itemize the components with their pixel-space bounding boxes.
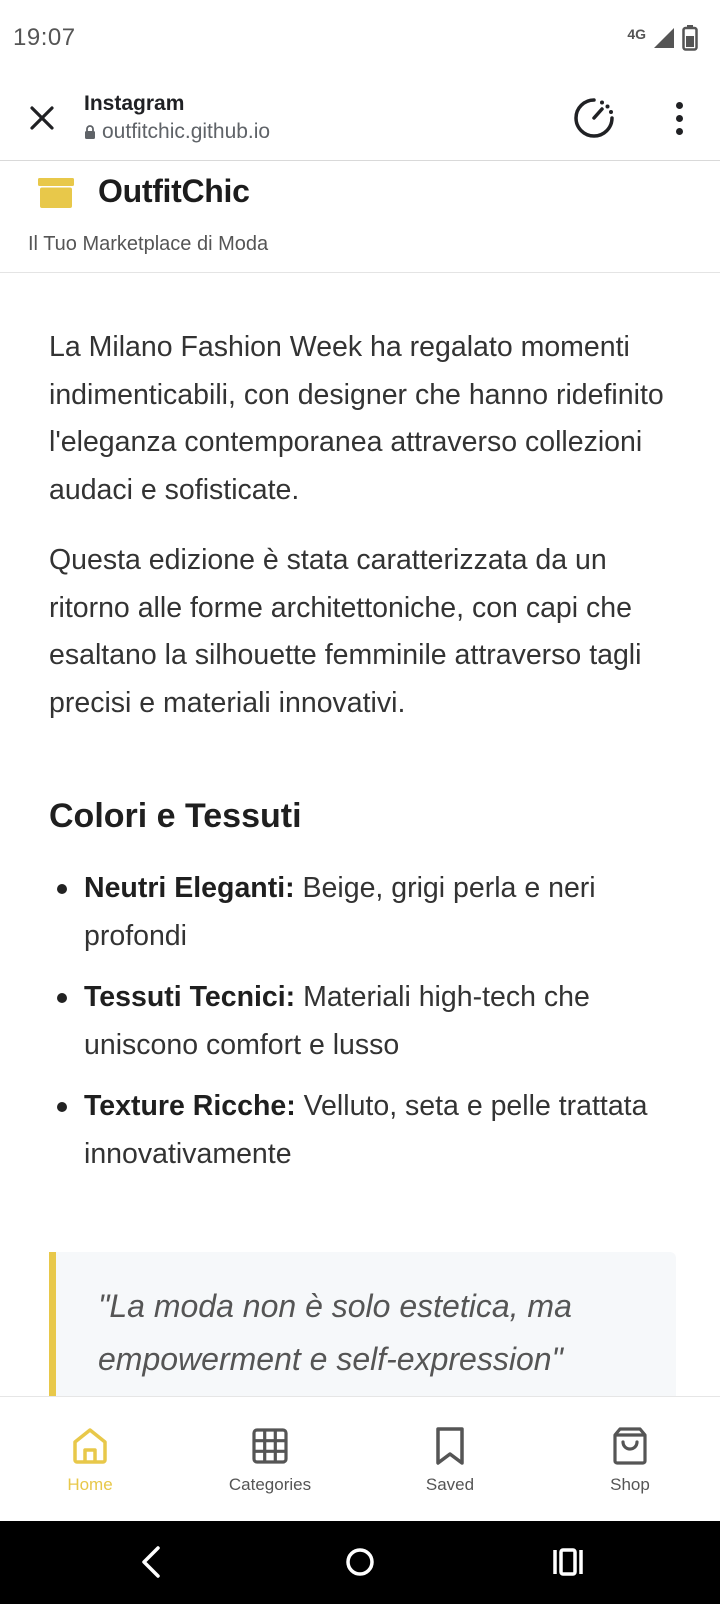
bookmark-icon [436, 1427, 464, 1465]
bullet [57, 993, 67, 1003]
status-time: 19:07 [13, 24, 76, 51]
nav-shop[interactable]: Shop [540, 1397, 720, 1521]
url-display[interactable]: outfitchic.github.io [84, 120, 270, 144]
more-options-button[interactable] [664, 98, 694, 138]
brand-name[interactable]: OutfitChic [98, 173, 250, 210]
nav-label: Categories [228, 1475, 312, 1494]
list-item: Texture Ricche: Velluto, seta e pelle tr… [49, 1083, 689, 1178]
speed-icon [574, 98, 614, 138]
close-icon [30, 106, 54, 130]
status-bar: 19:07 4G [0, 0, 720, 80]
nav-saved[interactable]: Saved [360, 1397, 540, 1521]
section-heading: Colori e Tessuti [49, 797, 302, 835]
article-paragraph: Questa edizione è stata caratterizzata d… [49, 544, 642, 719]
home-circle-icon[interactable] [338, 1540, 382, 1584]
list-item: Tessuti Tecnici: Materiali high-tech che… [49, 974, 689, 1069]
nav-label: Home [67, 1475, 113, 1494]
list-item: Neutri Eleganti: Beige, grigi perla e ne… [49, 865, 689, 960]
brand-tagline: Il Tuo Marketplace di Moda [28, 233, 269, 255]
article-content: 15 Ottobre 2024 • 8 min di lettura La Mi… [0, 200, 720, 1396]
nav-home[interactable]: Home [0, 1397, 180, 1521]
nav-categories[interactable]: Categories [180, 1397, 360, 1521]
browser-toolbar: Instagram outfitchic.github.io [0, 80, 720, 161]
system-navigation-bar [0, 1520, 720, 1604]
bullet [57, 884, 67, 894]
archive-box-icon[interactable] [38, 178, 74, 208]
feature-term: Neutri Eleganti: [84, 872, 303, 904]
bullet [57, 1102, 67, 1112]
nav-label: Shop [610, 1475, 650, 1494]
close-button[interactable] [22, 98, 62, 138]
feature-term: Tessuti Tecnici: [84, 981, 304, 1013]
lock-icon [85, 125, 95, 139]
recents-icon[interactable] [546, 1540, 590, 1584]
blockquote: "La moda non è solo estetica, ma empower… [49, 1252, 676, 1396]
feature-list: Neutri Eleganti: Beige, grigi perla e ne… [49, 865, 689, 1192]
quote-text: "La moda non è solo estetica, ma empower… [98, 1288, 572, 1377]
back-icon[interactable] [130, 1540, 174, 1584]
speed-button[interactable] [572, 96, 616, 140]
battery-icon [682, 25, 698, 51]
network-label: 4G [627, 26, 646, 42]
more-vertical-icon [675, 101, 683, 109]
shopping-bag-icon [613, 1427, 647, 1465]
browser-title: Instagram [84, 92, 185, 115]
home-icon [73, 1428, 107, 1464]
url-text: outfitchic.github.io [102, 120, 271, 143]
nav-label: Saved [425, 1475, 475, 1494]
grid-icon [252, 1428, 288, 1464]
signal-icon [654, 28, 674, 48]
feature-term: Texture Ricche: [84, 1090, 304, 1122]
status-icons: 4G [627, 24, 698, 52]
bottom-navigation: Home Categories Saved Shop [0, 1396, 720, 1521]
article-paragraph: La Milano Fashion Week ha regalato momen… [49, 331, 664, 506]
site-header: OutfitChic Il Tuo Marketplace di Moda [0, 161, 720, 273]
